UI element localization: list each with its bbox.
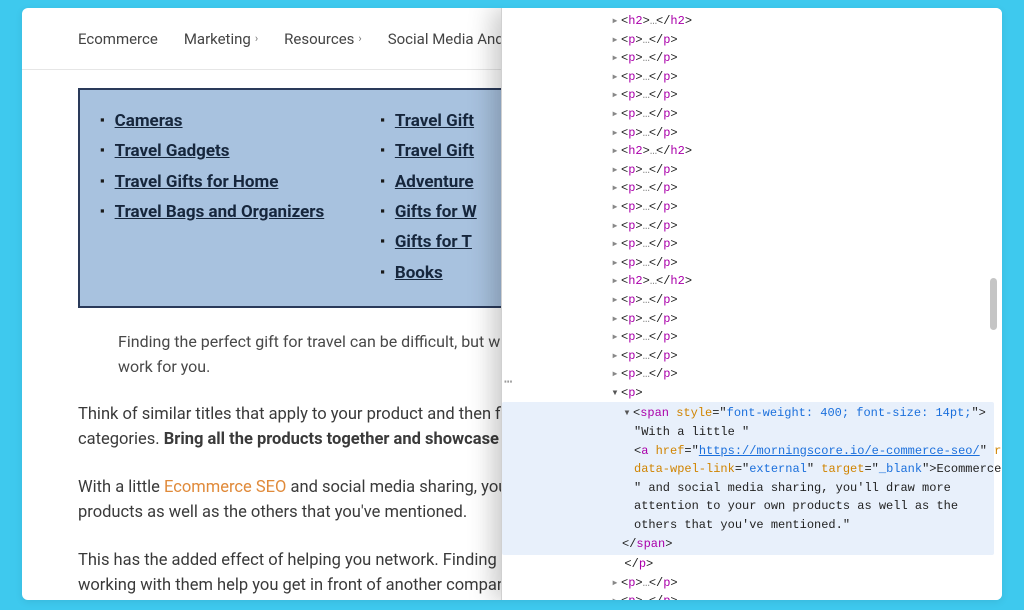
dom-node[interactable]: ▸<p>…</p> bbox=[502, 328, 994, 347]
dom-node[interactable]: ▸<p>…</p> bbox=[502, 68, 994, 87]
category-link[interactable]: Gifts for T bbox=[395, 229, 472, 255]
dom-node[interactable]: ▸<p>…</p> bbox=[502, 254, 994, 273]
list-item: Adventure bbox=[380, 169, 477, 195]
selected-node-block[interactable]: ▾<span style="font-weight: 400; font-siz… bbox=[502, 402, 994, 555]
dom-node[interactable]: ▸<p>…</p> bbox=[502, 49, 994, 68]
dom-node[interactable]: ▸<p>…</p> bbox=[502, 179, 994, 198]
list-item: Travel Gifts for Home bbox=[100, 169, 324, 195]
category-link[interactable]: Travel Gift bbox=[395, 108, 474, 134]
dom-node[interactable]: ▸<p>…</p> bbox=[502, 31, 994, 50]
link-list-col1: Cameras Travel Gadgets Travel Gifts for Ho… bbox=[100, 104, 324, 290]
dom-tree[interactable]: ▸<h2>…</h2>▸<p>…</p>▸<p>…</p>▸<p>…</p>▸<… bbox=[502, 8, 1002, 600]
list-item: Gifts for W bbox=[380, 199, 477, 225]
dom-node[interactable]: ▸<p>…</p> bbox=[502, 347, 994, 366]
dom-node[interactable]: ▸<p>…</p> bbox=[502, 235, 994, 254]
category-link[interactable]: Adventure bbox=[395, 169, 474, 195]
scrollbar-track bbox=[988, 8, 1000, 600]
list-item: Books bbox=[380, 260, 477, 286]
list-item: Cameras bbox=[100, 108, 324, 134]
ecommerce-seo-link[interactable]: Ecommerce SEO bbox=[164, 478, 286, 497]
dom-node[interactable]: ▸<p>…</p> bbox=[502, 310, 994, 329]
dom-node[interactable]: ▸<p>…</p> bbox=[502, 574, 994, 593]
dom-node[interactable]: ▸<h2>…</h2> bbox=[502, 12, 994, 31]
scrollbar-thumb[interactable] bbox=[990, 278, 997, 330]
link-list-col2: Travel Gift Travel Gift Adventure Gifts for… bbox=[380, 104, 477, 290]
list-item: Travel Bags and Organizers bbox=[100, 199, 324, 225]
dom-node-open[interactable]: ▾<p> bbox=[502, 384, 994, 403]
page-container: EcommerceMarketing›Resources›Social Medi… bbox=[22, 8, 1002, 600]
dom-node[interactable]: ▸<p>…</p> bbox=[502, 291, 994, 310]
dom-node[interactable]: ▸<p>…</p> bbox=[502, 86, 994, 105]
category-link[interactable]: Gifts for W bbox=[395, 199, 477, 225]
category-link[interactable]: Travel Gifts for Home bbox=[115, 169, 279, 195]
dom-node[interactable]: ▸<p>…</p> bbox=[502, 365, 994, 384]
dom-node[interactable]: ▸<p>…</p> bbox=[502, 217, 994, 236]
nav-item[interactable]: Ecommerce bbox=[78, 30, 158, 48]
category-link[interactable]: Travel Bags and Organizers bbox=[115, 199, 325, 225]
list-item: Travel Gift bbox=[380, 138, 477, 164]
chevron-right-icon: › bbox=[358, 32, 361, 45]
list-item: Travel Gift bbox=[380, 108, 477, 134]
dom-node[interactable]: ▸<h2>…</h2> bbox=[502, 142, 994, 161]
list-item: Travel Gadgets bbox=[100, 138, 324, 164]
dom-node[interactable]: ▸<p>…</p> bbox=[502, 592, 994, 600]
dom-node[interactable]: ▸<p>…</p> bbox=[502, 198, 994, 217]
dom-node-close[interactable]: </p> bbox=[502, 555, 994, 574]
dom-node[interactable]: ▸<h2>…</h2> bbox=[502, 272, 994, 291]
category-link[interactable]: Cameras bbox=[115, 108, 183, 134]
devtools-panel: ⋯ ▸<h2>…</h2>▸<p>…</p>▸<p>…</p>▸<p>…</p>… bbox=[501, 8, 1002, 600]
dom-node[interactable]: ▸<p>…</p> bbox=[502, 124, 994, 143]
list-item: Gifts for T bbox=[380, 229, 477, 255]
chevron-right-icon: › bbox=[255, 32, 258, 45]
nav-item[interactable]: Marketing› bbox=[184, 30, 258, 48]
category-link[interactable]: Books bbox=[395, 260, 443, 286]
category-link[interactable]: Travel Gift bbox=[395, 138, 474, 164]
dom-node[interactable]: ▸<p>…</p> bbox=[502, 105, 994, 124]
nav-item[interactable]: Resources› bbox=[284, 30, 362, 48]
category-link[interactable]: Travel Gadgets bbox=[115, 138, 230, 164]
dom-node[interactable]: ▸<p>…</p> bbox=[502, 161, 994, 180]
